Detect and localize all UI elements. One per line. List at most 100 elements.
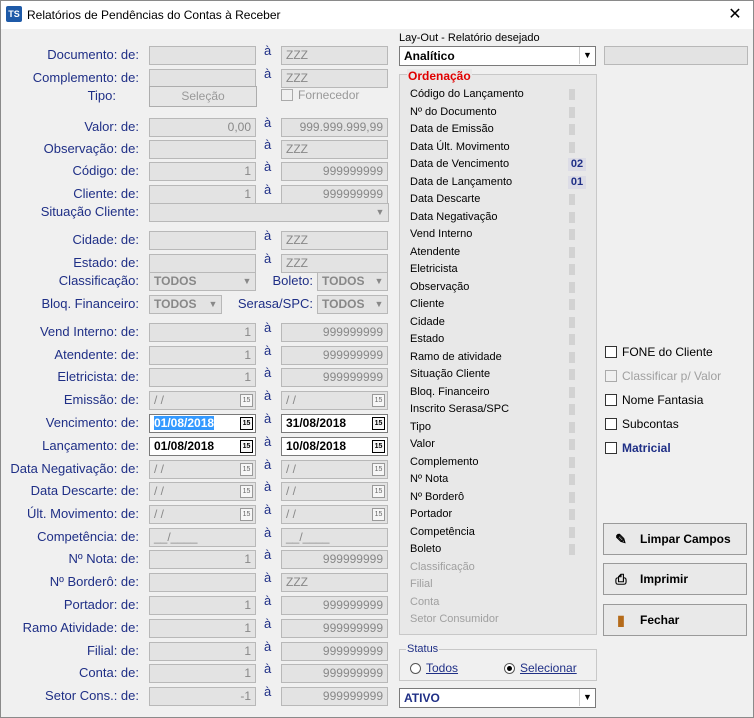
row-19-from-field[interactable] xyxy=(149,573,256,592)
row-23-to-field[interactable]: 999999999 xyxy=(281,664,388,683)
classificacao-select[interactable]: TODOS ▼ xyxy=(149,272,256,291)
ordenacao-item[interactable]: Bloq. Financeiro xyxy=(410,386,490,398)
ordenacao-item[interactable]: Classificação xyxy=(410,561,475,573)
row-9-to-field[interactable]: 999999999 xyxy=(281,346,388,365)
ordenacao-item[interactable]: Data de Lançamento xyxy=(410,176,512,188)
row-0-from-field[interactable] xyxy=(149,46,256,65)
ordenacao-order-marker[interactable] xyxy=(569,386,575,398)
classificar-valor-box[interactable] xyxy=(605,370,617,382)
ordenacao-order-marker[interactable] xyxy=(569,491,575,503)
ordenacao-order-marker[interactable] xyxy=(569,351,575,363)
row-16-from-field[interactable]: / / 15 xyxy=(149,505,256,524)
fornecedor-checkbox[interactable]: Fornecedor xyxy=(281,88,359,102)
ordenacao-order-marker[interactable] xyxy=(569,194,575,205)
ordenacao-order-marker[interactable]: 01 xyxy=(568,175,586,189)
situacao-select[interactable]: ▼ xyxy=(149,203,389,222)
row-18-to-field[interactable]: 999999999 xyxy=(281,550,388,569)
row-13-to-field[interactable]: 10/08/2018 15 xyxy=(281,437,388,456)
ordenacao-item[interactable]: Vend Interno xyxy=(410,228,472,240)
calendar-icon[interactable]: 15 xyxy=(240,417,253,430)
classificar-valor-checkbox[interactable]: Classificar p/ Valor xyxy=(605,369,721,383)
row-1-to-field[interactable]: ZZZ xyxy=(281,69,388,88)
matricial-checkbox[interactable]: Matricial xyxy=(605,441,671,455)
ordenacao-item[interactable]: Situação Cliente xyxy=(410,368,490,380)
ordenacao-order-marker[interactable] xyxy=(569,124,575,135)
row-22-from-field[interactable]: 1 xyxy=(149,642,256,661)
ordenacao-item[interactable]: Cidade xyxy=(410,316,445,328)
row-17-to-field[interactable]: __/____ xyxy=(281,528,388,547)
ordenacao-item[interactable]: Conta xyxy=(410,596,439,608)
fone-cliente-checkbox[interactable]: FONE do Cliente xyxy=(605,345,713,359)
bloq-select[interactable]: TODOS ▼ xyxy=(149,295,222,314)
status-selecionar-radio[interactable]: Selecionar xyxy=(504,661,577,675)
row-16-to-field[interactable]: / / 15 xyxy=(281,505,388,524)
row-8-from-field[interactable]: 1 xyxy=(149,323,256,342)
ordenacao-item[interactable]: Ramo de atividade xyxy=(410,351,502,363)
row-10-to-field[interactable]: 999999999 xyxy=(281,368,388,387)
row-9-from-field[interactable]: 1 xyxy=(149,346,256,365)
row-24-from-field[interactable]: -1 xyxy=(149,687,256,706)
ordenacao-item[interactable]: Eletricista xyxy=(410,263,458,275)
fechar-button[interactable]: ▮ Fechar xyxy=(603,604,747,636)
row-6-from-field[interactable] xyxy=(149,231,256,250)
ordenacao-order-marker[interactable] xyxy=(569,299,575,310)
subcontas-box[interactable] xyxy=(605,418,617,430)
chevron-down-icon[interactable]: ▼ xyxy=(371,296,387,313)
nome-fantasia-checkbox[interactable]: Nome Fantasia xyxy=(605,393,703,407)
row-12-from-field[interactable]: 01/08/2018 15 xyxy=(149,414,256,433)
row-19-to-field[interactable]: ZZZ xyxy=(281,573,388,592)
row-17-from-field[interactable]: __/____ xyxy=(149,528,256,547)
ordenacao-item[interactable]: Portador xyxy=(410,508,452,520)
ordenacao-order-marker[interactable] xyxy=(569,89,575,100)
row-15-from-field[interactable]: / / 15 xyxy=(149,482,256,501)
chevron-down-icon[interactable]: ▼ xyxy=(205,296,221,313)
nome-fantasia-box[interactable] xyxy=(605,394,617,406)
row-7-to-field[interactable]: ZZZ xyxy=(281,254,388,273)
status-select[interactable]: ATIVO ▼ xyxy=(399,688,596,708)
row-21-from-field[interactable]: 1 xyxy=(149,619,256,638)
close-icon[interactable]: ✕ xyxy=(725,5,745,25)
ordenacao-order-marker[interactable] xyxy=(569,474,575,485)
calendar-icon[interactable]: 15 xyxy=(240,394,253,407)
row-5-to-field[interactable]: 999999999 xyxy=(281,185,388,204)
chevron-down-icon[interactable]: ▼ xyxy=(579,689,595,706)
radio-selecionar[interactable] xyxy=(504,662,515,674)
ordenacao-item[interactable]: Cliente xyxy=(410,298,444,310)
row-7-from-field[interactable] xyxy=(149,254,256,273)
layout-select[interactable]: Analítico ▼ xyxy=(399,46,596,66)
calendar-icon[interactable]: 15 xyxy=(240,463,253,476)
row-23-from-field[interactable]: 1 xyxy=(149,664,256,683)
row-14-to-field[interactable]: / / 15 xyxy=(281,460,388,479)
row-5-from-field[interactable]: 1 xyxy=(149,185,256,204)
row-12-to-field[interactable]: 31/08/2018 15 xyxy=(281,414,388,433)
ordenacao-item[interactable]: Atendente xyxy=(410,246,460,258)
row-11-from-field[interactable]: / / 15 xyxy=(149,391,256,410)
calendar-icon[interactable]: 15 xyxy=(240,508,253,521)
row-18-from-field[interactable]: 1 xyxy=(149,550,256,569)
ordenacao-item[interactable]: Tipo xyxy=(410,421,431,433)
ordenacao-order-marker[interactable] xyxy=(569,509,575,520)
row-3-from-field[interactable] xyxy=(149,140,256,159)
ordenacao-item[interactable]: Inscrito Serasa/SPC xyxy=(410,403,509,415)
ordenacao-order-marker[interactable] xyxy=(569,404,575,415)
row-2-to-field[interactable]: 999.999.999,99 xyxy=(281,118,388,137)
radio-todos[interactable] xyxy=(410,662,421,674)
chevron-down-icon[interactable]: ▼ xyxy=(371,273,387,290)
ordenacao-order-marker[interactable]: 02 xyxy=(568,158,586,171)
ordenacao-order-marker[interactable] xyxy=(569,526,575,538)
imprimir-button[interactable]: ⎙ Imprimir xyxy=(603,563,747,595)
ordenacao-order-marker[interactable] xyxy=(569,369,575,380)
row-11-to-field[interactable]: / / 15 xyxy=(281,391,388,410)
chevron-down-icon[interactable]: ▼ xyxy=(372,204,388,221)
row-6-to-field[interactable]: ZZZ xyxy=(281,231,388,250)
row-14-from-field[interactable]: / / 15 xyxy=(149,460,256,479)
calendar-icon[interactable]: 15 xyxy=(372,485,385,498)
ordenacao-order-marker[interactable] xyxy=(569,229,575,240)
ordenacao-order-marker[interactable] xyxy=(569,264,575,275)
ordenacao-item[interactable]: Código do Lançamento xyxy=(410,88,524,100)
ordenacao-order-marker[interactable] xyxy=(569,544,575,555)
ordenacao-item[interactable]: Nº Nota xyxy=(410,473,448,485)
row-15-to-field[interactable]: / / 15 xyxy=(281,482,388,501)
ordenacao-item[interactable]: Estado xyxy=(410,333,444,345)
ordenacao-item[interactable]: Data Descarte xyxy=(410,193,480,205)
